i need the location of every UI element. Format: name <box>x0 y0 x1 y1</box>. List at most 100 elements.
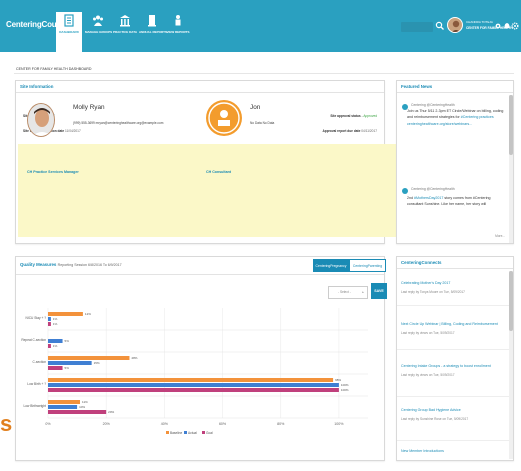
x-tick-label: 60% <box>219 422 227 426</box>
nav-label: PRACTICE DATA <box>112 30 138 34</box>
news-more-link[interactable]: More... <box>495 234 505 238</box>
bar-actual <box>48 361 92 365</box>
manager-title: CH Practice Services Manager <box>27 170 79 174</box>
session-select[interactable]: - Select - ▸ <box>328 286 368 299</box>
nav-label: VIEW REPORTS <box>166 30 190 34</box>
data-label: 5% <box>65 366 70 370</box>
bar-actual <box>48 383 339 387</box>
news-author: Centering @CenteringHealth <box>411 103 455 107</box>
data-label: 28% <box>131 356 137 360</box>
data-label: 100% <box>341 388 349 392</box>
consultant-badge <box>206 100 242 136</box>
tab-centering-parenting[interactable]: CenteringParenting <box>349 259 386 272</box>
category-label: C-section <box>33 360 47 364</box>
category-label: NICU Stay + ? <box>26 316 47 320</box>
search-icon[interactable] <box>435 21 445 31</box>
quality-measures-chart: 0% 20% 40% 60% 80% 100%NICU Stay + ?12%1%1%Re… <box>21 308 368 435</box>
avatar[interactable] <box>447 17 463 33</box>
bell-icon[interactable] <box>503 22 511 30</box>
nav-dashboard[interactable]: DASHBOARD <box>56 12 82 52</box>
x-tick-label: 80% <box>277 422 285 426</box>
nav-view-reports[interactable]: VIEW REPORTS <box>165 12 191 48</box>
report-icon <box>148 15 156 27</box>
scroll-thumb[interactable] <box>509 271 513 331</box>
consultant-title: CH Consultant <box>206 170 231 174</box>
bar-baseline <box>48 378 334 382</box>
news-text[interactable]: Join us Thur 5/11 2-3pm ET Circle/Webina… <box>407 108 507 127</box>
legend-swatch <box>184 431 187 434</box>
manager-name: Molly Ryan <box>73 104 105 111</box>
panel-title: CenteringConnects <box>401 260 442 265</box>
group-icon <box>93 15 103 26</box>
search-input[interactable] <box>401 22 433 32</box>
divider <box>397 268 513 269</box>
legend-label: Baseline <box>170 431 182 435</box>
manager-contact: (999) 555-3699 mryan@centeringhealthcare… <box>73 121 164 125</box>
bar-goal <box>48 410 107 414</box>
bar-goal <box>48 366 63 370</box>
site-information-panel: Site Information Site license # M-4207 S… <box>15 80 396 244</box>
bar-goal <box>48 388 339 392</box>
data-label: 1% <box>53 322 58 326</box>
bar-actual <box>48 317 51 321</box>
legend-swatch <box>166 431 169 434</box>
data-label: 100% <box>341 383 349 387</box>
edge-letter: s <box>0 411 13 436</box>
building-icon <box>120 15 130 27</box>
connects-post[interactable]: New Member Introductions <box>401 449 505 454</box>
bar-baseline <box>48 400 80 404</box>
nav-practice-data[interactable]: PRACTICE DATA <box>112 12 138 48</box>
bar-goal <box>48 344 51 348</box>
manager-photo <box>27 103 55 137</box>
connects-post[interactable]: Centering Group Bad Hygiene Advice Last r… <box>401 408 505 421</box>
top-bar: CenteringCountsTM DASHBOARD MANAGE GROUP… <box>0 0 521 52</box>
settings-icon[interactable] <box>494 22 502 30</box>
gear-icon[interactable] <box>511 22 519 30</box>
legend-swatch <box>202 431 205 434</box>
quality-measures-panel: Quality Measures Reporting Session 6/8/2… <box>15 256 387 461</box>
data-label: 1% <box>53 344 58 348</box>
data-label: 5% <box>65 339 70 343</box>
bar-actual <box>48 339 63 343</box>
data-label: 20% <box>108 410 114 414</box>
tab-centering-pregnancy[interactable]: CenteringPregnancy <box>313 259 349 272</box>
x-tick-label: 20% <box>103 422 111 426</box>
data-label: 10% <box>79 405 85 409</box>
user-name: CHANDRA TOTEJA <box>466 20 493 24</box>
legend-label: Goal <box>206 431 213 435</box>
x-tick-label: 100% <box>334 422 344 426</box>
featured-news-panel: Featured News Centering @CenteringHealth… <box>396 80 514 244</box>
bar-goal <box>48 322 51 326</box>
category-label: Repeat C-section <box>21 338 46 342</box>
divider <box>397 92 513 93</box>
nav-manage-groups[interactable]: MANAGE GROUPS <box>85 12 113 48</box>
consultant-name: Jon <box>250 104 261 111</box>
nav-annual-reports[interactable]: ANNUAL REPORTS <box>139 12 167 48</box>
panel-title: Featured News <box>401 84 433 89</box>
connects-post[interactable]: Celebrating Mother's Day 2017 Last reply … <box>401 281 505 294</box>
breadcrumb: CENTER FOR FAMILY HEALTH DASHBOARD <box>16 67 92 71</box>
data-label: 1% <box>53 317 58 321</box>
site-approval-status: Site approval status - Approved <box>330 114 377 118</box>
news-text[interactable]: 2nd #MothersDay2017 story comes from #Ce… <box>407 195 507 208</box>
divider <box>14 73 514 74</box>
data-label: 98% <box>335 378 341 382</box>
x-tick-label: 0% <box>45 422 51 426</box>
dashboard-icon <box>64 14 74 27</box>
chevron-down-icon: ▸ <box>362 290 364 294</box>
connects-post[interactable]: Next Circle Up Webinar | Billing, Coding… <box>401 322 505 335</box>
approval-report-due: Approval report due date 04/11/2017 <box>322 129 377 133</box>
nav-label: DASHBOARD <box>59 30 79 34</box>
data-label: 12% <box>85 312 91 316</box>
category-label: Low Birthweight <box>23 404 46 408</box>
divider <box>397 305 509 306</box>
scroll-thumb[interactable] <box>509 95 513 155</box>
bar-baseline <box>48 356 130 360</box>
nav-label: MANAGE GROUPS <box>85 30 113 34</box>
save-button[interactable]: SAVE <box>371 283 387 299</box>
x-tick-label: 40% <box>161 422 169 426</box>
contacts-box <box>18 144 396 237</box>
nav-label: ANNUAL REPORTS <box>139 30 167 34</box>
connects-post[interactable]: Centering Intake Groups - a strategy to … <box>401 364 505 377</box>
divider <box>397 349 509 350</box>
